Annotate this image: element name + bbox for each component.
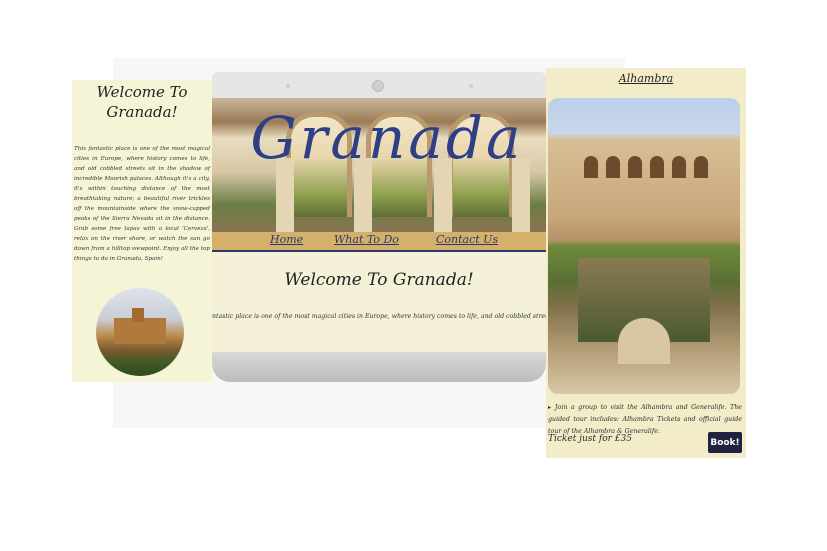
right-page-title: Alhambra <box>618 72 674 85</box>
arch-shape <box>628 156 642 178</box>
screen-intro-text: ntastic place is one of the most magical… <box>212 313 546 320</box>
arch-shape <box>694 156 708 178</box>
laptop-sensor-left <box>286 84 290 88</box>
laptop-screen: Granada Home What To Do Contact Us Welco… <box>212 98 546 352</box>
arch-shape <box>606 156 620 178</box>
hero-title: Granada <box>250 104 524 172</box>
tour-description-text: Join a group to visit the Alhambra and G… <box>548 404 742 435</box>
left-page-title: Welcome To Granada! <box>96 83 188 121</box>
mobile-home-page-panel: Welcome To Granada! This fantastic place… <box>72 80 212 382</box>
laptop-sensor-right <box>469 84 473 88</box>
screen-heading: Welcome To Granada! <box>284 270 474 290</box>
nav-link-home[interactable]: Home <box>270 233 303 246</box>
ticket-price: Ticket just for £35 <box>548 434 632 444</box>
nav-link-what-to-do[interactable]: What To Do <box>334 233 399 246</box>
left-intro-paragraph: This fantastic place is one of the most … <box>74 146 210 262</box>
bullet-arrow-icon: ▸ <box>548 404 552 411</box>
arch-shape <box>672 156 686 178</box>
arch-shape <box>650 156 664 178</box>
arch-shape <box>584 156 598 178</box>
fountain-shape <box>618 318 670 364</box>
alhambra-photo-icon <box>96 288 184 376</box>
nav-link-contact-us[interactable]: Contact Us <box>436 233 498 246</box>
court-of-myrtles-photo-icon <box>548 98 740 394</box>
mobile-alhambra-page-panel: Alhambra ▸ Join a group to visit the Alha… <box>546 68 746 458</box>
nav-bar: Home What To Do Contact Us <box>212 232 546 252</box>
hero-banner: Granada <box>212 98 546 232</box>
book-button[interactable]: Book! <box>708 432 742 453</box>
laptop-base <box>212 352 546 382</box>
tower-shape <box>132 308 144 322</box>
laptop-camera-icon <box>372 80 384 92</box>
